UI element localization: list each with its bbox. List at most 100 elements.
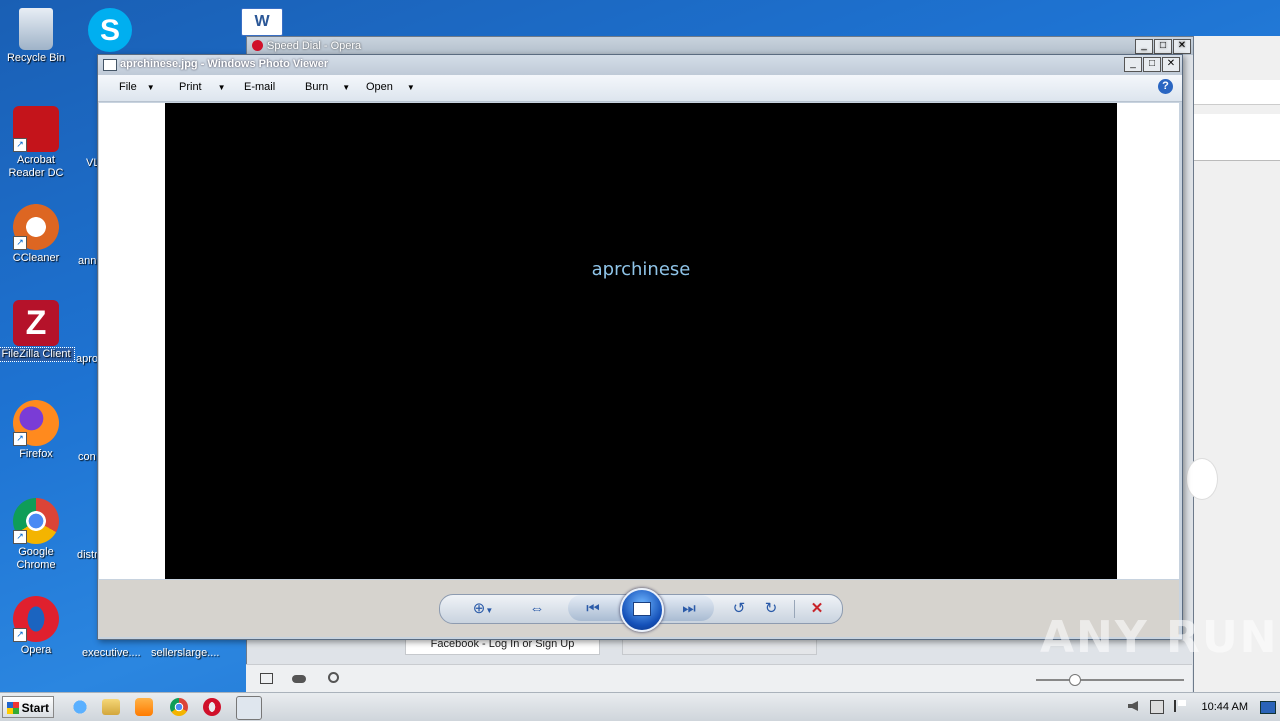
taskbar-ie-icon[interactable] xyxy=(68,696,92,718)
speed-icon[interactable] xyxy=(328,672,339,683)
previous-icon[interactable]: ⏮ xyxy=(582,599,604,619)
controls-divider xyxy=(794,600,795,618)
desktop-icon-chrome[interactable]: ↗ Google Chrome xyxy=(0,498,74,572)
scroll-right-icon[interactable] xyxy=(1186,458,1218,500)
desktop-icon-recycle-bin[interactable]: Recycle Bin xyxy=(0,8,74,65)
delete-icon[interactable]: ✕ xyxy=(806,599,828,619)
minimize-button[interactable]: _ xyxy=(1135,39,1153,54)
close-button[interactable]: ✕ xyxy=(1173,39,1191,54)
desktop-icon-word[interactable]: W xyxy=(232,8,292,38)
opera-window-title: Speed Dial - Opera xyxy=(267,40,362,52)
taskbar: Start 10:44 AM xyxy=(0,692,1280,721)
photo-viewer-controls: ⊕▼ ⇔ ⏮ ⏭ ↺ ↻ ✕ xyxy=(99,580,1179,637)
next-icon[interactable]: ⏭ xyxy=(678,599,700,619)
chevron-down-icon: ▼ xyxy=(217,83,226,92)
windows-logo-icon xyxy=(7,702,19,714)
desktop-partial-label: distr xyxy=(77,549,98,561)
maximize-button[interactable]: □ xyxy=(1154,39,1172,54)
start-label: Start xyxy=(21,701,49,715)
slideshow-screen xyxy=(633,602,651,616)
actual-size-icon[interactable]: ⇔ xyxy=(526,599,548,619)
cloud-icon[interactable] xyxy=(292,675,306,683)
desktop-partial-label: ann xyxy=(78,255,97,267)
menu-burn[interactable]: Burn ▼ xyxy=(305,81,350,93)
menu-print-label: Print xyxy=(179,81,202,93)
chrome-icon: ↗ xyxy=(13,498,59,544)
recycle-bin-icon xyxy=(19,8,53,50)
controls-bar: ⊕▼ ⇔ ⏮ ⏭ ↺ ↻ ✕ xyxy=(439,588,843,632)
desktop-icon-filezilla[interactable]: Z FileZilla Client xyxy=(0,300,75,362)
taskbar-opera-icon[interactable] xyxy=(203,698,221,716)
action-center-flag-icon[interactable] xyxy=(1174,700,1186,712)
taskbar-media-player-icon[interactable] xyxy=(135,698,153,716)
network-icon[interactable] xyxy=(1150,700,1164,714)
minimize-button[interactable]: _ xyxy=(1124,57,1142,72)
desktop-icon-label: Recycle Bin xyxy=(6,52,66,64)
taskbar-explorer-icon[interactable] xyxy=(102,699,120,715)
photo-viewer-title-bar[interactable]: aprchinese.jpg - Windows Photo Viewer _ … xyxy=(98,55,1182,75)
zoom-icon[interactable]: ⊕▼ xyxy=(468,599,498,619)
desktop-partial-label: con xyxy=(78,451,96,463)
opera-window-icon xyxy=(252,40,263,51)
desktop-icon-firefox[interactable]: ↗ Firefox xyxy=(0,400,74,461)
acrobat-icon: ↗ xyxy=(13,106,59,152)
desktop-icon-label: Google Chrome xyxy=(16,546,56,571)
opera-icon: ↗ xyxy=(13,596,59,642)
ccleaner-icon: ↗ xyxy=(13,204,59,250)
menu-email[interactable]: E-mail xyxy=(244,81,275,93)
help-icon[interactable]: ? xyxy=(1158,79,1173,94)
clock[interactable]: 10:44 AM xyxy=(1202,701,1248,713)
taskbar-chrome-icon[interactable] xyxy=(170,698,188,716)
menu-open[interactable]: Open ▼ xyxy=(366,81,415,93)
maximize-button[interactable]: □ xyxy=(1143,57,1161,72)
desktop-partial-label: executive.... xyxy=(82,647,141,659)
word-icon: W xyxy=(241,8,283,36)
desktop-partial-label: apro xyxy=(76,353,99,365)
desktop-icon-label: Acrobat Reader DC xyxy=(8,154,64,179)
filezilla-icon: Z xyxy=(13,300,59,346)
photo-viewer-canvas: aprchinese xyxy=(99,103,1179,579)
zoom-slider[interactable] xyxy=(1036,679,1184,681)
desktop-icon-acrobat[interactable]: ↗ Acrobat Reader DC xyxy=(0,106,74,180)
menu-file-label: File xyxy=(119,81,137,93)
opera-title-bar[interactable]: Speed Dial - Opera _ □ ✕ xyxy=(247,37,1193,55)
opera-status-bar xyxy=(246,664,1192,693)
menu-email-label: E-mail xyxy=(244,81,276,93)
menu-open-label: Open xyxy=(366,81,393,93)
slideshow-icon[interactable] xyxy=(620,588,664,632)
photo-viewer-app-icon xyxy=(103,59,117,71)
anyrun-watermark: ANY RUN xyxy=(1040,612,1279,663)
taskbar-photo-viewer-icon[interactable] xyxy=(236,696,262,720)
rotate-ccw-icon[interactable]: ↺ xyxy=(728,599,750,619)
system-tray: 10:44 AM xyxy=(1120,693,1280,721)
displayed-image[interactable]: aprchinese xyxy=(165,103,1117,579)
menu-print[interactable]: Print ▼ xyxy=(179,81,226,93)
menu-burn-label: Burn xyxy=(305,81,329,93)
opera-page-area xyxy=(1186,36,1280,692)
volume-icon[interactable] xyxy=(1128,701,1138,711)
photo-viewer-menu-bar: File ▼ Print ▼ E-mail Burn ▼ Open ▼ ? xyxy=(98,75,1182,102)
desktop-icon-label: Firefox xyxy=(19,448,53,460)
desktop-icon-opera[interactable]: ↗ Opera xyxy=(0,596,74,657)
desktop-icon-label: CCleaner xyxy=(12,252,60,264)
close-button[interactable]: ✕ xyxy=(1162,57,1180,72)
chevron-down-icon: ▼ xyxy=(406,83,415,92)
zoom-slider-thumb[interactable] xyxy=(1069,674,1081,686)
desktop-partial-label: sellerslarge.... xyxy=(151,647,220,659)
menu-file[interactable]: File ▼ xyxy=(119,81,155,93)
desktop-icon-label: Opera xyxy=(20,644,52,656)
desktop-icon-ccleaner[interactable]: ↗ CCleaner xyxy=(0,204,74,265)
chevron-down-icon: ▼ xyxy=(342,83,351,92)
chevron-down-icon: ▼ xyxy=(146,83,155,92)
show-desktop-icon[interactable] xyxy=(1260,701,1276,714)
sidebar-toggle-icon[interactable] xyxy=(260,673,273,684)
rotate-cw-icon[interactable]: ↻ xyxy=(760,599,782,619)
desktop-icon-label: FileZilla Client xyxy=(0,347,75,362)
start-button[interactable]: Start xyxy=(2,696,54,718)
photo-viewer-window[interactable]: aprchinese.jpg - Windows Photo Viewer _ … xyxy=(97,54,1183,640)
photo-viewer-title: aprchinese.jpg - Windows Photo Viewer xyxy=(120,58,329,70)
skype-icon: S xyxy=(88,8,132,52)
desktop-icon-skype[interactable]: S xyxy=(80,8,140,54)
firefox-icon: ↗ xyxy=(13,400,59,446)
image-text: aprchinese xyxy=(591,259,691,280)
